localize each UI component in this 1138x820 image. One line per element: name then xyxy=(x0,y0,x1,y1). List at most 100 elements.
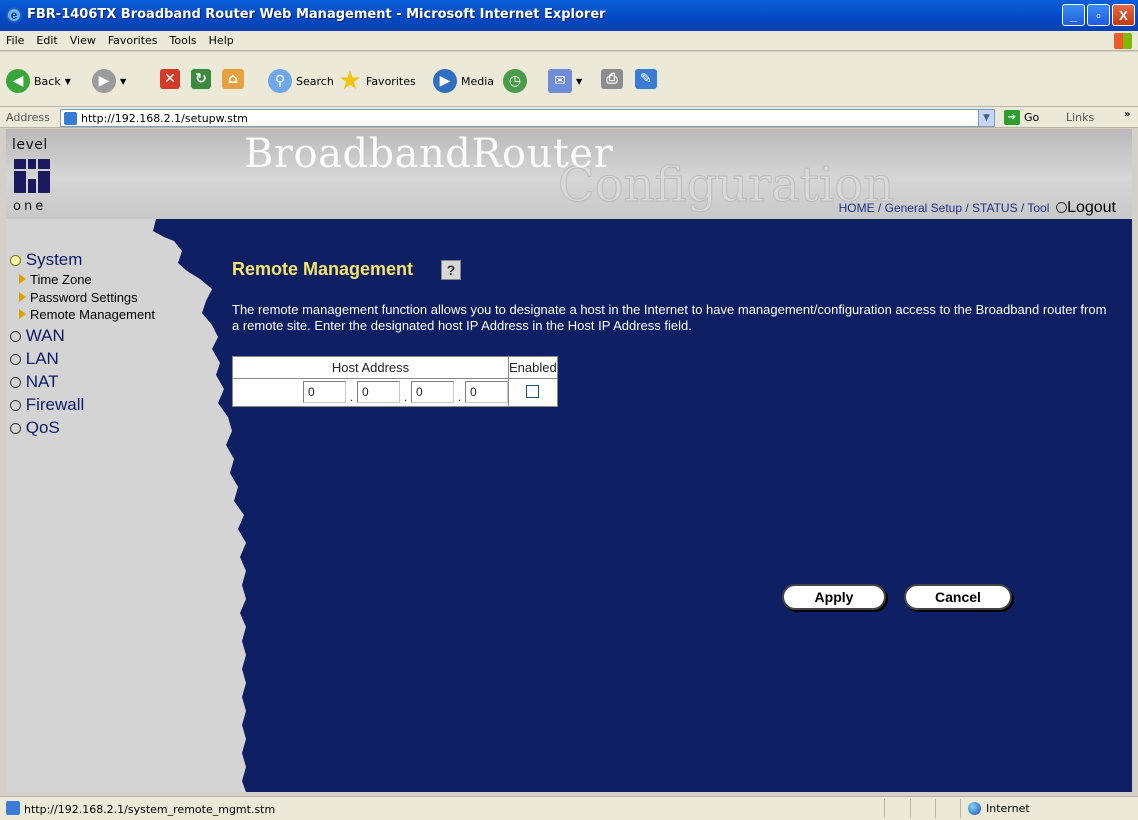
enabled-cell xyxy=(508,378,558,407)
go-arrow-icon: ➔ xyxy=(1004,110,1020,125)
menu-file[interactable]: File xyxy=(0,31,30,47)
radio-circle-icon xyxy=(10,255,21,266)
column-header-host-address: Host Address xyxy=(232,356,509,379)
sidebar-item-lan[interactable]: LAN xyxy=(10,349,59,369)
menu-view[interactable]: View xyxy=(64,31,102,47)
home-icon: ⌂ xyxy=(222,69,244,89)
back-arrow-icon: ◀ xyxy=(6,69,30,93)
mail-icon: ✉ xyxy=(548,69,572,93)
stop-icon: ✕ xyxy=(160,69,180,89)
back-button[interactable]: ◀ Back ▼ xyxy=(6,69,71,93)
ip-octet-4-input[interactable]: 0 xyxy=(465,381,508,404)
window-title: FBR-1406TX Broadband Router Web Manageme… xyxy=(27,7,606,22)
history-button[interactable]: ◷ xyxy=(503,69,527,93)
media-button[interactable]: ▶ Media xyxy=(433,69,494,93)
menu-help[interactable]: Help xyxy=(203,31,240,47)
sidebar-item-label: Firewall xyxy=(25,395,85,414)
sidebar-item-label: Time Zone xyxy=(30,272,92,287)
sidebar-item-system[interactable]: System xyxy=(10,250,82,270)
nav-general-setup-link[interactable]: General Setup xyxy=(885,201,962,215)
links-button[interactable]: Links xyxy=(1066,111,1094,124)
favorites-label: Favorites xyxy=(366,74,416,88)
sidebar-item-password-settings[interactable]: Password Settings xyxy=(19,290,138,305)
ip-octet-1-input[interactable]: 0 xyxy=(303,381,346,404)
print-button[interactable]: ⎙ xyxy=(601,69,623,89)
table-row: 0.0.0.0 xyxy=(232,378,558,407)
sidebar-item-label: System xyxy=(25,250,83,269)
search-label: Search xyxy=(296,74,334,88)
radio-circle-icon xyxy=(10,331,21,342)
nav-status-link[interactable]: STATUS xyxy=(972,201,1018,215)
menu-edit[interactable]: Edit xyxy=(30,31,63,47)
logo-mark-icon xyxy=(14,159,50,193)
minimize-button[interactable]: _ xyxy=(1062,4,1085,26)
sidebar-item-qos[interactable]: QoS xyxy=(10,418,60,438)
arrow-right-icon xyxy=(19,292,26,302)
globe-icon xyxy=(968,802,981,815)
chevron-down-icon[interactable]: ▼ xyxy=(120,77,126,86)
refresh-icon: ↻ xyxy=(191,69,211,89)
logo-text-top: level xyxy=(12,137,48,153)
status-divider xyxy=(910,799,911,818)
help-icon[interactable]: ? xyxy=(441,260,461,280)
history-icon: ◷ xyxy=(503,69,527,93)
go-label: Go xyxy=(1024,111,1040,124)
ip-octet-3-input[interactable]: 0 xyxy=(411,381,454,404)
radio-circle-icon xyxy=(10,354,21,365)
nav-home-link[interactable]: HOME xyxy=(839,201,875,215)
address-input[interactable]: http://192.168.2.1/setupw.stm ▼ xyxy=(60,109,995,127)
menu-tools[interactable]: Tools xyxy=(164,31,203,47)
address-url[interactable]: http://192.168.2.1/setupw.stm xyxy=(81,112,248,125)
security-zone: Internet xyxy=(968,802,1030,815)
page-icon xyxy=(6,801,20,815)
ip-octet-2-input[interactable]: 0 xyxy=(357,381,400,404)
logout-link[interactable]: Logout xyxy=(1067,199,1116,216)
forward-button[interactable]: ▶ ▼ xyxy=(92,69,126,93)
host-ip-cell: 0.0.0.0 xyxy=(232,378,509,407)
menu-favorites[interactable]: Favorites xyxy=(102,31,164,47)
chevron-down-icon[interactable]: ▼ xyxy=(576,77,582,86)
sidebar-item-nat[interactable]: NAT xyxy=(10,372,58,392)
page-title: Remote Management xyxy=(232,259,414,279)
chevron-down-icon[interactable]: ▼ xyxy=(65,77,71,86)
sidebar-item-label: LAN xyxy=(25,349,59,368)
print-icon: ⎙ xyxy=(601,69,623,89)
radio-circle-icon xyxy=(10,400,21,411)
sidebar-item-firewall[interactable]: Firewall xyxy=(10,395,84,415)
radio-circle-icon xyxy=(10,377,21,388)
sidebar-item-wan[interactable]: WAN xyxy=(10,326,65,346)
arrow-right-icon xyxy=(19,309,26,319)
sidebar-item-label: NAT xyxy=(25,372,59,391)
enabled-checkbox[interactable] xyxy=(526,384,540,398)
media-icon: ▶ xyxy=(433,69,457,93)
chevron-right-icon[interactable]: » xyxy=(1124,109,1130,120)
zone-label: Internet xyxy=(986,802,1030,815)
close-button[interactable]: X xyxy=(1112,4,1135,26)
search-button[interactable]: ⚲ Search xyxy=(268,69,334,93)
column-header-enabled: Enabled xyxy=(508,356,558,379)
address-label: Address xyxy=(6,111,50,124)
edit-icon: ✎ xyxy=(635,69,657,89)
arrow-right-icon xyxy=(19,274,26,284)
apply-button[interactable]: Apply xyxy=(782,584,886,610)
back-label: Back xyxy=(34,74,61,88)
edit-button[interactable]: ✎ xyxy=(635,69,657,89)
stop-button[interactable]: ✕ xyxy=(160,69,180,89)
go-button[interactable]: ➔ Go xyxy=(1004,110,1039,125)
favorites-button[interactable]: ★ Favorites xyxy=(338,66,416,96)
cancel-button[interactable]: Cancel xyxy=(904,584,1012,610)
refresh-button[interactable]: ↻ xyxy=(191,69,211,89)
sidebar-item-label: Remote Management xyxy=(30,307,156,322)
levelone-logo: level one xyxy=(12,137,72,215)
logo-text-bottom: one xyxy=(13,199,47,214)
home-button[interactable]: ⌂ xyxy=(222,69,244,89)
sidebar-item-remote-management[interactable]: Remote Management xyxy=(19,307,155,322)
status-divider xyxy=(960,799,961,818)
logout-circle-icon xyxy=(1056,202,1068,213)
nav-tool-link[interactable]: Tool xyxy=(1027,201,1049,215)
sidebar-item-time-zone[interactable]: Time Zone xyxy=(19,272,92,287)
mail-button[interactable]: ✉ ▼ xyxy=(548,69,582,93)
restore-button[interactable]: ▫ xyxy=(1087,4,1110,26)
star-icon: ★ xyxy=(338,66,362,96)
chevron-down-icon[interactable]: ▼ xyxy=(978,110,994,126)
